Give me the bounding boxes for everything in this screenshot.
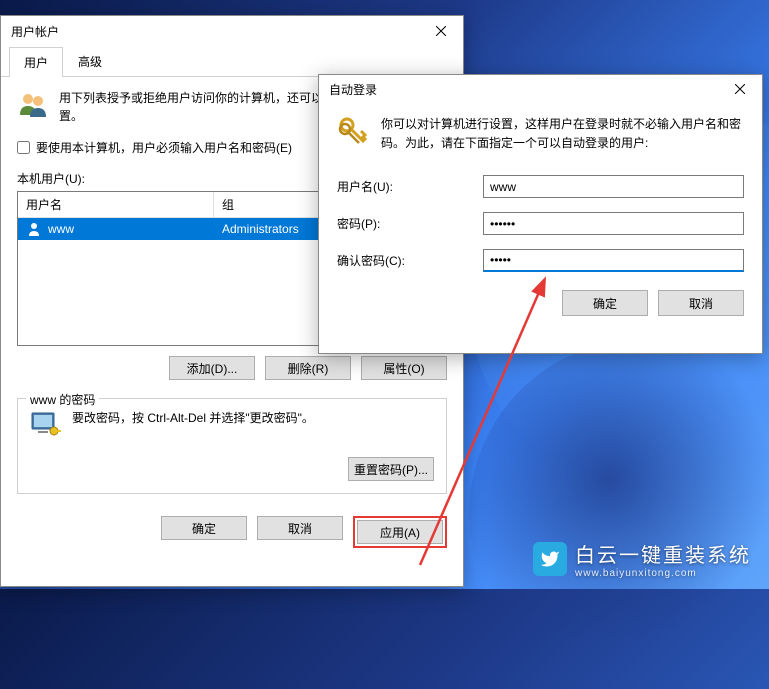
confirm-password-label: 确认密码(C): xyxy=(337,252,483,269)
al-intro-text: 你可以对计算机进行设置，这样用户在登录时就不必输入用户名和密码。为此，请在下面指… xyxy=(381,115,744,153)
password-field[interactable] xyxy=(483,212,744,235)
username-field[interactable] xyxy=(483,175,744,198)
require-password-label: 要使用本计算机，用户必须输入用户名和密码(E) xyxy=(36,139,292,156)
cancel-button[interactable]: 取消 xyxy=(257,516,343,540)
password-legend: www 的密码 xyxy=(26,391,99,408)
keys-icon xyxy=(337,115,369,147)
apply-highlight: 应用(A) xyxy=(353,516,447,548)
monitor-key-icon xyxy=(30,409,62,441)
tab-users[interactable]: 用户 xyxy=(9,47,63,77)
password-fieldset: www 的密码 要改密码，按 Ctrl-Alt-Del 并选择"更改密码"。 重… xyxy=(17,398,447,494)
confirm-password-field[interactable] xyxy=(483,249,744,272)
close-icon[interactable] xyxy=(717,74,762,104)
watermark-logo-icon xyxy=(533,542,567,576)
al-title: 自动登录 xyxy=(329,81,377,98)
password-label: 密码(P): xyxy=(337,215,483,232)
watermark-text: 白云一键重装系统 xyxy=(575,539,751,568)
add-button[interactable]: 添加(D)... xyxy=(169,356,255,380)
tab-advanced[interactable]: 高级 xyxy=(63,46,117,76)
close-icon[interactable] xyxy=(418,16,463,46)
require-password-checkbox[interactable] xyxy=(17,141,30,154)
users-icon xyxy=(17,89,49,121)
row-username: www xyxy=(48,222,74,236)
al-ok-button[interactable]: 确定 xyxy=(562,290,648,316)
ua-tabs: 用户 高级 xyxy=(1,46,463,77)
watermark: 白云一键重装系统 www.baiyunxitong.com xyxy=(533,539,751,579)
al-titlebar[interactable]: 自动登录 xyxy=(319,75,762,103)
remove-button[interactable]: 删除(R) xyxy=(265,356,351,380)
username-label: 用户名(U): xyxy=(337,178,483,195)
ua-titlebar[interactable]: 用户帐户 xyxy=(1,16,463,46)
password-text: 要改密码，按 Ctrl-Alt-Del 并选择"更改密码"。 xyxy=(72,409,314,428)
ua-title: 用户帐户 xyxy=(11,23,59,40)
ok-button[interactable]: 确定 xyxy=(161,516,247,540)
col-username[interactable]: 用户名 xyxy=(18,192,214,217)
watermark-sub: www.baiyunxitong.com xyxy=(575,568,751,579)
reset-password-button[interactable]: 重置密码(P)... xyxy=(348,457,434,481)
user-icon xyxy=(26,221,42,237)
apply-button[interactable]: 应用(A) xyxy=(357,520,443,544)
auto-login-dialog: 自动登录 你可以对计算机进行设置，这样用户在登录时就不必输入用户名和密码。为此，… xyxy=(318,74,763,354)
al-cancel-button[interactable]: 取消 xyxy=(658,290,744,316)
properties-button[interactable]: 属性(O) xyxy=(361,356,447,380)
